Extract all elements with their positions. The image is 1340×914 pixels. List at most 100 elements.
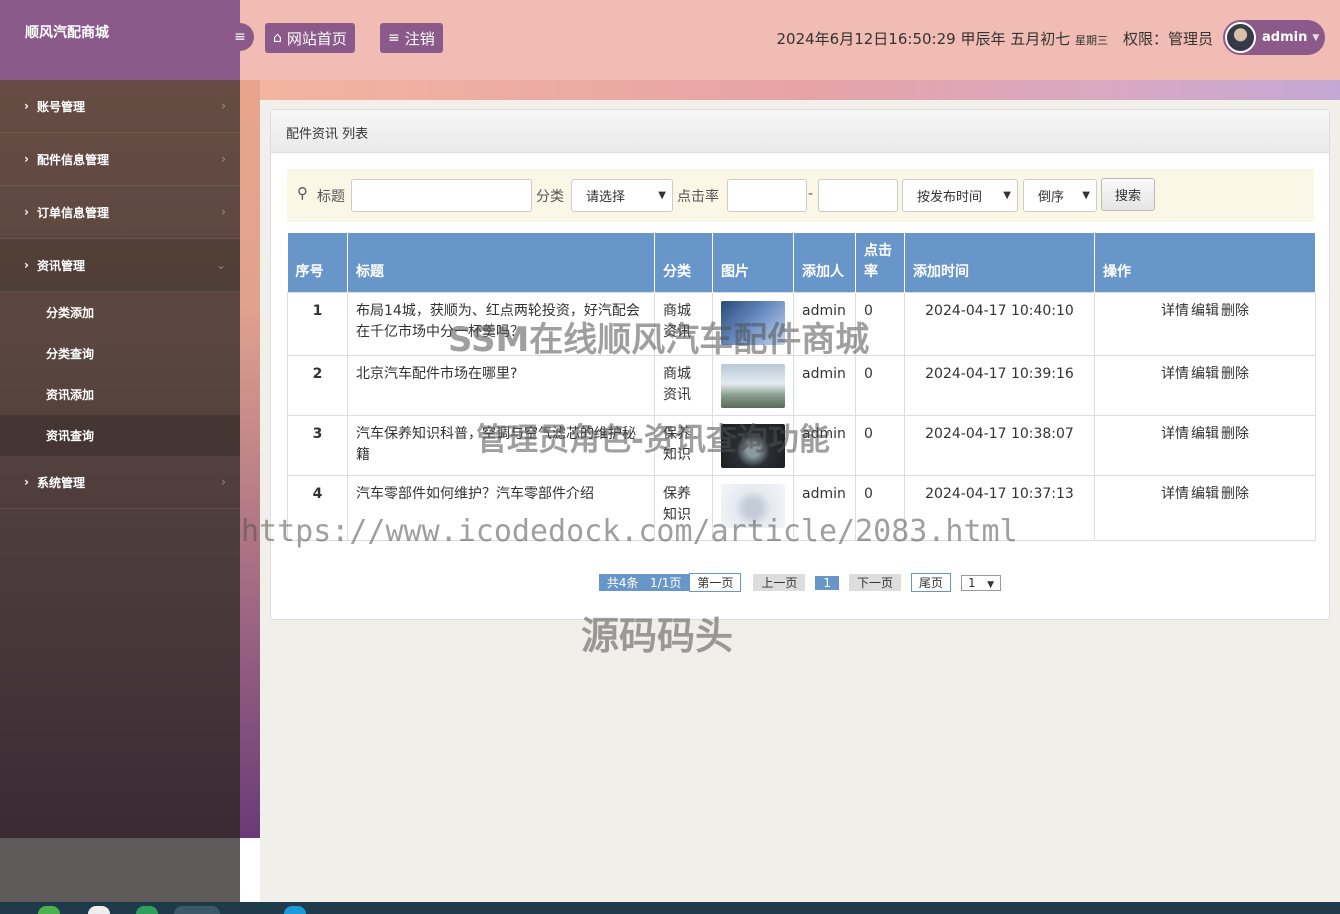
edit-link[interactable]: 编辑 xyxy=(1191,366,1219,382)
clicks-filter-label: 点击率 xyxy=(677,189,719,205)
table-row: 1 布局14城，获顺为、红点两轮投资，好汽配会在千亿市场中分一杯羹吗？ 商城资讯… xyxy=(287,291,1316,356)
column-header[interactable]: 点击率 xyxy=(855,233,905,292)
row-title: 汽车保养知识科普，空调与空气滤芯的维护秘籍 xyxy=(347,414,655,476)
page-select-value: 1 xyxy=(968,575,976,590)
home-button[interactable]: ⌂ 网站首页 xyxy=(265,23,355,53)
search-button[interactable]: 搜索 xyxy=(1101,178,1155,211)
permission-text: 权限：管理员 xyxy=(1122,30,1213,48)
edit-link[interactable]: 编辑 xyxy=(1191,486,1219,502)
sort-order-select[interactable]: 倒序 ▼ xyxy=(1023,179,1097,212)
news-thumbnail[interactable] xyxy=(721,300,785,345)
row-category: 商城资讯 xyxy=(654,354,713,416)
chevron-right-icon: › xyxy=(24,152,29,166)
logout-button[interactable]: ≡ 注销 xyxy=(380,23,443,53)
sidebar-subitem-news-add[interactable]: 资讯添加 xyxy=(0,374,240,415)
news-thumbnail[interactable] xyxy=(721,483,785,528)
sidebar-footer xyxy=(0,838,240,902)
delete-link[interactable]: 删除 xyxy=(1221,303,1249,319)
news-thumbnail[interactable] xyxy=(721,363,785,408)
sort-order-value: 倒序 xyxy=(1038,190,1065,205)
row-image-cell xyxy=(712,354,794,416)
sidebar-subitem-category-add[interactable]: 分类添加 xyxy=(0,292,240,333)
news-thumbnail[interactable] xyxy=(721,423,785,468)
column-header[interactable]: 标题 xyxy=(347,233,655,292)
chevron-down-icon: ⌄ xyxy=(215,258,226,272)
sidebar-item-label: 订单信息管理 xyxy=(36,205,109,220)
row-category: 保养知识 xyxy=(654,474,713,541)
chevron-down-icon: ▼ xyxy=(987,579,995,590)
chevron-right-icon: › xyxy=(221,99,226,113)
chevron-down-icon: ▼ xyxy=(1003,190,1011,201)
chevron-right-icon: › xyxy=(24,205,29,219)
column-header[interactable]: 添加时间 xyxy=(904,233,1095,292)
column-header[interactable]: 操作 xyxy=(1094,233,1316,292)
row-actions: 详情 编辑 删除 xyxy=(1094,291,1316,356)
edit-link[interactable]: 编辑 xyxy=(1191,426,1219,442)
sidebar-item-label: 配件信息管理 xyxy=(36,152,109,167)
sidebar-item-account[interactable]: › 账号管理 › xyxy=(0,80,240,133)
row-actions: 详情 编辑 删除 xyxy=(1094,414,1316,476)
title-search-input[interactable] xyxy=(351,179,532,212)
browser-icon[interactable] xyxy=(38,906,60,914)
category-select[interactable]: 请选择 ▼ xyxy=(571,179,673,212)
delete-link[interactable]: 删除 xyxy=(1221,426,1249,442)
row-title: 北京汽车配件市场在哪里? xyxy=(347,354,655,416)
app-icon[interactable] xyxy=(88,906,110,914)
column-header[interactable]: 序号 xyxy=(287,233,348,292)
search-icon: ⚲ xyxy=(297,184,308,202)
delete-link[interactable]: 删除 xyxy=(1221,486,1249,502)
sort-field-select[interactable]: 按发布时间 ▼ xyxy=(902,179,1018,212)
home-icon: ⌂ xyxy=(273,30,282,46)
sidebar-item-news[interactable]: › 资讯管理 ⌄ xyxy=(0,239,240,292)
page-number-button[interactable]: 1 xyxy=(815,575,840,590)
sidebar-subitem-news-query[interactable]: 资讯查询 xyxy=(0,415,240,456)
row-category: 商城资讯 xyxy=(654,291,713,356)
chevron-down-icon: ▼ xyxy=(658,190,666,201)
sidebar-item-label: 资讯管理 xyxy=(36,258,85,273)
category-filter-label: 分类 xyxy=(536,189,564,205)
clicks-min-input[interactable] xyxy=(727,179,807,212)
column-header[interactable]: 添加人 xyxy=(793,233,856,292)
row-number: 3 xyxy=(287,414,348,476)
title-filter-label: 标题 xyxy=(317,189,345,205)
menu-toggle-button[interactable]: ≡ xyxy=(226,23,254,51)
delete-link[interactable]: 删除 xyxy=(1221,366,1249,382)
row-number: 4 xyxy=(287,474,348,541)
sort-field-value: 按发布时间 xyxy=(917,190,983,205)
list-icon: ≡ xyxy=(388,30,400,46)
prev-page-button[interactable]: 上一页 xyxy=(753,574,806,591)
row-clicks: 0 xyxy=(855,354,905,416)
sidebar-item-parts[interactable]: › 配件信息管理 › xyxy=(0,133,240,186)
row-author: admin xyxy=(793,474,856,541)
row-clicks: 0 xyxy=(855,474,905,541)
row-title: 汽车零部件如何维护？汽车零部件介绍 xyxy=(347,474,655,541)
detail-link[interactable]: 详情 xyxy=(1161,303,1189,319)
ide-icon[interactable] xyxy=(284,906,306,914)
next-page-button[interactable]: 下一页 xyxy=(849,574,902,591)
decor-strip xyxy=(240,80,260,838)
username: admin xyxy=(1262,30,1308,45)
page-select[interactable]: 1 ▼ xyxy=(961,574,1002,591)
wechat-icon[interactable] xyxy=(136,906,158,914)
chevron-down-icon: ▼ xyxy=(1082,190,1090,201)
user-menu[interactable]: admin ▼ xyxy=(1223,20,1325,55)
sidebar-subitem-category-query[interactable]: 分类查询 xyxy=(0,333,240,374)
first-page-button[interactable]: 第一页 xyxy=(689,573,742,592)
column-header[interactable]: 图片 xyxy=(712,233,794,292)
active-app-icon[interactable] xyxy=(174,906,220,914)
sidebar-item-orders[interactable]: › 订单信息管理 › xyxy=(0,186,240,239)
datetime-text: 2024年6月12日16:50:29 甲辰年 五月初七 xyxy=(776,30,1071,48)
sidebar-item-system[interactable]: › 系统管理 › xyxy=(0,456,240,509)
edit-link[interactable]: 编辑 xyxy=(1191,303,1219,319)
row-clicks: 0 xyxy=(855,414,905,476)
detail-link[interactable]: 详情 xyxy=(1161,486,1189,502)
detail-link[interactable]: 详情 xyxy=(1161,426,1189,442)
datetime-display: 2024年6月12日16:50:29 甲辰年 五月初七 星期三 xyxy=(777,28,1109,49)
column-header[interactable]: 分类 xyxy=(654,233,713,292)
clicks-max-input[interactable] xyxy=(818,179,898,212)
row-actions: 详情 编辑 删除 xyxy=(1094,474,1316,541)
last-page-button[interactable]: 尾页 xyxy=(911,573,952,592)
row-number: 2 xyxy=(287,354,348,416)
detail-link[interactable]: 详情 xyxy=(1161,366,1189,382)
pager-page-count: 1/1页 xyxy=(650,576,682,590)
